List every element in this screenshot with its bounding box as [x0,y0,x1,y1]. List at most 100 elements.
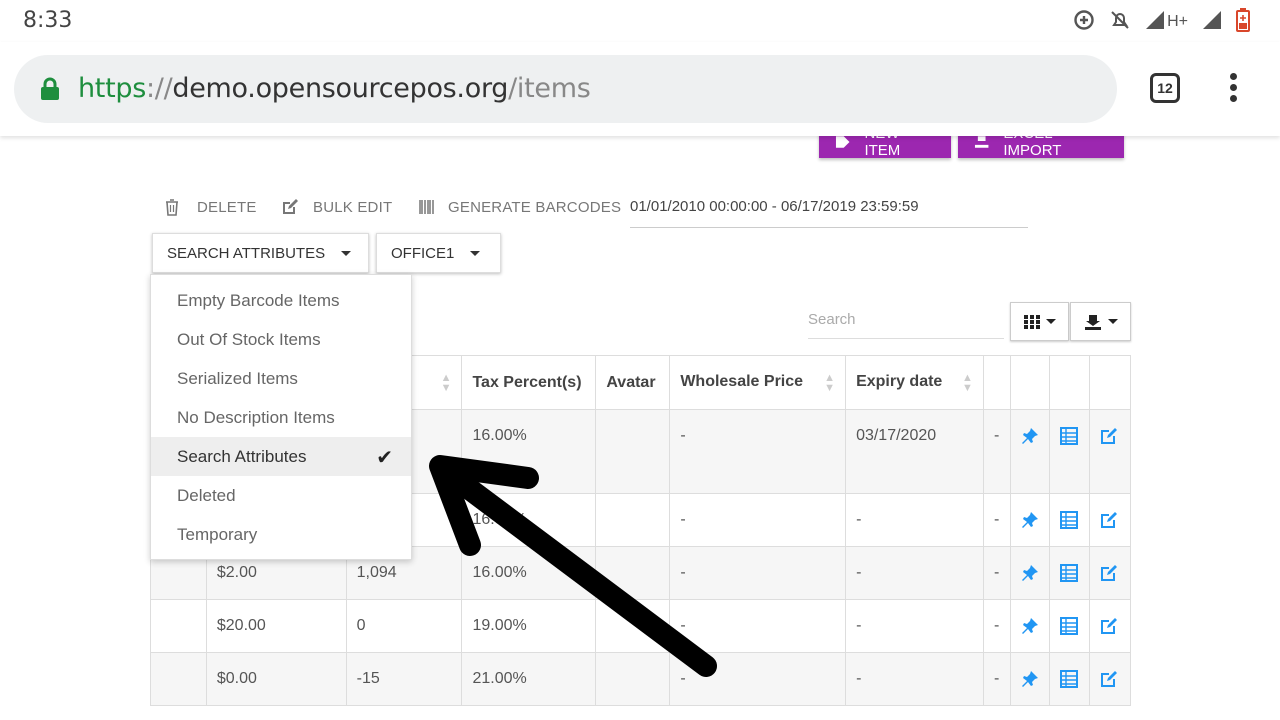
clock: 8:33 [23,8,73,33]
pin-cell [1009,599,1050,653]
lock-icon [41,77,59,100]
pin-cell [1009,493,1050,547]
details-cell [1048,546,1090,600]
edit-icon[interactable] [1100,564,1118,582]
generate-barcodes-button[interactable]: GENERATE BARCODES [418,198,621,216]
table-icon[interactable] [1059,564,1078,582]
location-select[interactable]: OFFICE1 [376,233,501,273]
search-input[interactable]: Search [808,306,1004,339]
pin-cell [1009,546,1050,600]
menu-item-empty-barcode[interactable]: Empty Barcode Items [151,281,411,320]
column-header-wholesale[interactable]: Wholesale Price ▲ ▼ [669,355,847,410]
tax-cell: 21.00% [461,652,597,706]
menu-item-label: Search Attributes [177,446,307,466]
select-cell[interactable] [150,652,207,706]
expiry-cell: - [845,652,984,706]
tax-cell: 16.00% [461,546,597,600]
edit-icon[interactable] [1100,617,1118,635]
tag-icon [835,136,850,148]
url-text[interactable]: https://demo.opensourcepos.org/items [78,73,591,104]
mute-icon [1111,11,1129,29]
chevron-down-icon [1107,319,1118,324]
data-saver-icon [1074,10,1094,30]
menu-item-temporary[interactable]: Temporary [151,515,411,554]
column-header [982,355,1011,410]
avatar-cell [595,652,671,706]
wholesale-cell: - [669,493,847,547]
tax-cell: 16.00% [461,493,597,547]
avatar-cell [595,409,671,494]
table-row: $20.00 0 19.00% - - - [150,599,1132,653]
details-cell [1048,652,1090,706]
network-type: H+ [1167,13,1188,30]
tax-cell: 19.00% [461,599,597,653]
sort-icon: ▲ ▼ [440,371,452,394]
table-icon[interactable] [1059,511,1078,529]
more-menu-icon[interactable] [1227,73,1239,103]
import-icon [974,136,989,148]
menu-item-search-attributes[interactable]: Search Attributes ✔ [151,437,411,476]
pin-icon[interactable] [1021,427,1039,445]
select-cell[interactable] [150,599,207,653]
details-cell [1048,409,1090,494]
edit-icon[interactable] [1100,427,1118,445]
tab-switcher-button[interactable]: 12 [1150,73,1180,103]
edit-cell [1088,493,1132,547]
edit-icon[interactable] [1100,511,1118,529]
extra-cell: - [982,493,1011,547]
column-header [1048,355,1090,410]
extra-cell: - [982,652,1011,706]
pin-cell [1009,409,1050,494]
table-icon[interactable] [1059,670,1078,688]
export-button[interactable] [1070,302,1131,341]
edit-cell [1088,409,1132,494]
column-header [1088,355,1132,410]
quantity-cell: -15 [345,652,463,706]
delete-button[interactable]: DELETE [164,198,257,216]
pin-icon[interactable] [1021,564,1039,582]
pin-icon[interactable] [1021,617,1039,635]
details-cell [1048,599,1090,653]
url-scheme: https [78,73,146,104]
pin-icon[interactable] [1021,511,1039,529]
signal-icon [1146,11,1165,29]
column-header-tax[interactable]: Tax Percent(s) [461,355,597,410]
date-range-input[interactable]: 01/01/2010 00:00:00 - 06/17/2019 23:59:5… [630,198,1028,228]
url-domain: demo.opensourcepos.org [172,73,509,104]
wholesale-cell: - [669,599,847,653]
edit-cell [1088,599,1132,653]
avatar-cell [595,493,671,547]
table-icon[interactable] [1059,427,1078,445]
column-header-avatar: Avatar [595,355,671,410]
extra-cell: - [982,599,1011,653]
avatar-cell [595,599,671,653]
edit-icon [283,199,298,214]
search-attributes-select[interactable]: SEARCH ATTRIBUTES [152,233,369,273]
address-bar[interactable]: https://demo.opensourcepos.org/items [14,55,1117,123]
details-cell [1048,493,1090,547]
edit-icon[interactable] [1100,670,1118,688]
price-cell: $0.00 [205,652,347,706]
url-separator: :// [146,73,173,104]
columns-toggle-button[interactable] [1010,302,1069,341]
checkmark-icon: ✔ [376,447,393,469]
column-header [1009,355,1050,410]
table-icon[interactable] [1059,617,1078,635]
expiry-cell: - [845,493,984,547]
menu-item-out-of-stock[interactable]: Out Of Stock Items [151,320,411,359]
menu-item-deleted[interactable]: Deleted [151,476,411,515]
pin-cell [1009,652,1050,706]
menu-item-serialized[interactable]: Serialized Items [151,359,411,398]
barcode-icon [419,200,434,214]
avatar-cell [595,546,671,600]
bulk-edit-label: BULK EDIT [313,198,393,216]
bulk-edit-button[interactable]: BULK EDIT [281,198,392,216]
sort-icon: ▲ ▼ [962,371,973,394]
pin-icon[interactable] [1021,670,1039,688]
column-header-expiry[interactable]: Expiry date ▲ ▼ [845,355,984,410]
menu-item-no-description[interactable]: No Description Items [151,398,411,437]
chevron-down-icon [341,250,352,256]
edit-cell [1088,546,1132,600]
chevron-down-icon [470,250,481,256]
header-label: Expiry date [856,372,943,390]
